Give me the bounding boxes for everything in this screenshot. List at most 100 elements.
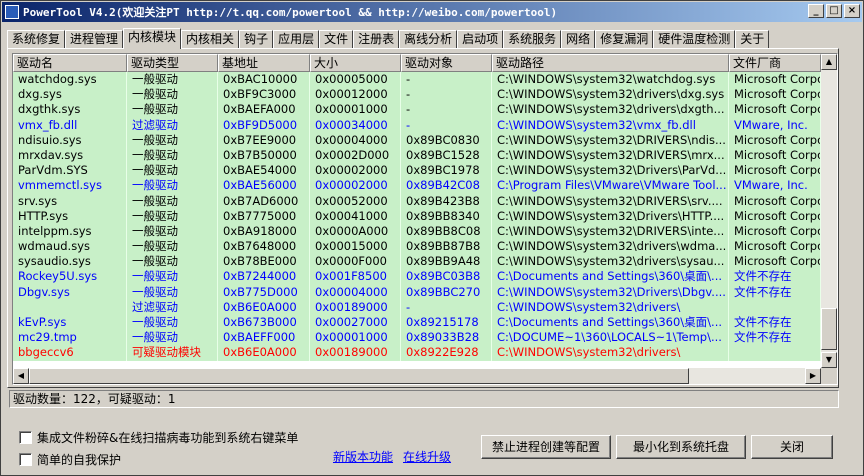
maximize-button[interactable]: □ <box>826 4 842 18</box>
table-row[interactable]: vmmemctl.sys 一般驱动 0xBAE56000 0x00002000 0x89… <box>13 178 821 194</box>
table-cell: 一般驱动 <box>127 132 218 148</box>
self-protect-label: 简单的自我保护 <box>37 453 122 467</box>
table-cell: 一般驱动 <box>127 223 218 240</box>
process-block-config-button[interactable]: 禁止进程创建等配置 <box>481 435 611 459</box>
table-row[interactable]: srv.sys 一般驱动 0xB7AD6000 0x00052000 0x89B423B… <box>13 193 821 209</box>
tab-4[interactable]: 钩子 <box>239 30 274 49</box>
shell-integration-checkbox[interactable] <box>19 431 32 444</box>
table-cell: 0x89033B28 <box>401 330 492 346</box>
table-cell <box>13 299 127 315</box>
table-cell: 0x00002000 <box>310 178 401 194</box>
table-cell: C:\WINDOWS\system32\Drivers\ParVd... <box>492 163 729 179</box>
table-row[interactable]: Dbgv.sys 一般驱动 0xB775D000 0x00004000 0x89BBC2… <box>13 284 821 300</box>
tab-13[interactable]: 硬件温度检测 <box>653 30 736 49</box>
column-header[interactable]: 驱动名 <box>13 54 127 72</box>
tab-14[interactable]: 关于 <box>735 30 770 49</box>
driver-list[interactable]: 驱动名 驱动类型 基地址 大小 驱动对象 驱动路径 文件厂商 watchdog.sys 一般驱… <box>12 53 838 385</box>
tab-9[interactable]: 启动项 <box>457 30 504 49</box>
column-header[interactable]: 驱动对象 <box>401 54 492 72</box>
table-cell: 一般驱动 <box>127 163 218 179</box>
table-cell: 0xBAC10000 <box>218 72 310 88</box>
table-row[interactable]: ndisuio.sys 一般驱动 0xB7EE9000 0x00004000 0x89B… <box>13 132 821 148</box>
table-cell: 一般驱动 <box>127 315 218 331</box>
table-row[interactable]: kEvP.sys 一般驱动 0xB673B000 0x00027000 0x892151… <box>13 315 821 331</box>
table-cell: 一般驱动 <box>127 147 218 164</box>
table-row[interactable]: mc29.tmp 一般驱动 0xBAEFF000 0x00001000 0x89033B… <box>13 330 821 346</box>
table-cell: 一般驱动 <box>127 102 218 118</box>
close-window-button[interactable]: × <box>844 4 860 18</box>
tab-0[interactable]: 系统修复 <box>7 30 66 49</box>
vertical-scroll-thumb[interactable] <box>821 308 837 350</box>
column-header[interactable]: 大小 <box>310 54 401 72</box>
table-row[interactable]: Rockey5U.sys 一般驱动 0xB7244000 0x001F8500 0x89… <box>13 269 821 285</box>
table-cell: mrxdav.sys <box>13 147 127 164</box>
table-row[interactable]: intelppm.sys 一般驱动 0xBA918000 0x0000A000 0x89… <box>13 223 821 240</box>
table-cell: dxg.sys <box>13 87 127 103</box>
horizontal-scroll-thumb[interactable] <box>29 368 689 384</box>
column-header[interactable]: 基地址 <box>218 54 310 72</box>
table-cell: 0x89BB8340 <box>401 208 492 224</box>
self-protect-checkbox[interactable] <box>19 453 32 466</box>
tab-12[interactable]: 修复漏洞 <box>595 30 654 49</box>
close-button[interactable]: 关闭 <box>751 435 833 459</box>
table-row[interactable]: mrxdav.sys 一般驱动 0xB7B50000 0x0002D000 0x89BC… <box>13 147 821 164</box>
tab-1[interactable]: 进程管理 <box>65 30 124 49</box>
tab-8[interactable]: 离线分析 <box>399 30 458 49</box>
online-upgrade-link[interactable]: 在线升级 <box>403 448 451 465</box>
tab-2[interactable]: 内核模块 <box>123 28 182 49</box>
table-cell: 0x8922E928 <box>401 345 492 361</box>
scroll-corner <box>821 368 837 384</box>
table-cell: 0xB7244000 <box>218 269 310 285</box>
table-cell: 0xBAEFA000 <box>218 102 310 118</box>
table-cell: 0xBAEFF000 <box>218 330 310 346</box>
title-bar[interactable]: PowerTool V4.2(欢迎关注PT http://t.qq.com/po… <box>2 2 862 22</box>
table-row[interactable]: 过滤驱动 0xB6E0A000 0x00189000- C:\WINDOWS\syst… <box>13 299 821 315</box>
table-row[interactable]: HTTP.sys 一般驱动 0xB7775000 0x00041000 0x89BB83… <box>13 208 821 224</box>
tab-3[interactable]: 内核相关 <box>181 30 240 49</box>
table-row[interactable]: wdmaud.sys 一般驱动 0xB7648000 0x00015000 0x89BB… <box>13 239 821 255</box>
table-cell: 0xB7EE9000 <box>218 132 310 148</box>
tab-11[interactable]: 网络 <box>561 30 596 49</box>
table-cell: watchdog.sys <box>13 72 127 88</box>
table-cell: 0xBF9D5000 <box>218 117 310 133</box>
table-row[interactable]: ParVdm.SYS 一般驱动 0xBAE54000 0x00002000 0x89BC… <box>13 163 821 179</box>
column-header[interactable]: 驱动类型 <box>127 54 218 72</box>
table-row[interactable]: vmx_fb.dll 过滤驱动 0xBF9D5000 0x00034000- C:\WI… <box>13 117 821 133</box>
scroll-up-arrow-icon[interactable]: ▲ <box>821 54 837 70</box>
shell-integration-option[interactable]: 集成文件粉碎&在线扫描病毒功能到系统右键菜单 <box>19 429 298 446</box>
minimize-to-tray-button[interactable]: 最小化到系统托盘 <box>616 435 746 459</box>
minimize-button[interactable]: _ <box>808 4 824 18</box>
table-cell: intelppm.sys <box>13 223 127 240</box>
table-cell: 0x00189000 <box>310 299 401 315</box>
scroll-down-arrow-icon[interactable]: ▼ <box>821 352 837 368</box>
status-bar: 驱动数量：122，可疑驱动：1 <box>9 390 839 408</box>
tab-6[interactable]: 文件 <box>319 30 354 49</box>
tab-7[interactable]: 注册表 <box>353 30 400 49</box>
scroll-left-arrow-icon[interactable]: ◀ <box>13 368 29 384</box>
table-cell: ndisuio.sys <box>13 132 127 148</box>
column-header[interactable]: 文件厂商 <box>729 54 821 72</box>
self-protect-option[interactable]: 简单的自我保护 <box>19 451 121 468</box>
main-window: PowerTool V4.2(欢迎关注PT http://t.qq.com/po… <box>0 0 864 476</box>
table-cell: 0x0002D000 <box>310 147 401 164</box>
table-row[interactable]: dxgthk.sys 一般驱动 0xBAEFA000 0x00001000- C:\WI… <box>13 102 821 118</box>
table-cell: 一般驱动 <box>127 193 218 209</box>
table-cell: - <box>401 117 492 133</box>
table-cell: - <box>401 102 492 118</box>
vertical-scrollbar[interactable]: ▲ ▼ <box>821 54 837 368</box>
column-header[interactable]: 驱动路径 <box>492 54 729 72</box>
table-cell: Microsoft Corpo <box>729 193 821 209</box>
table-row[interactable]: dxg.sys 一般驱动 0xBF9C3000 0x00012000- C:\WINDO… <box>13 87 821 103</box>
tab-10[interactable]: 系统服务 <box>503 30 562 49</box>
new-features-link[interactable]: 新版本功能 <box>333 448 393 465</box>
table-cell: C:\WINDOWS\system32\DRIVERS\mrx... <box>492 147 729 164</box>
table-row[interactable]: sysaudio.sys 一般驱动 0xB78BE000 0x0000F000 0x89… <box>13 254 821 270</box>
table-row[interactable]: watchdog.sys 一般驱动 0xBAC10000 0x00005000- C:\… <box>13 72 821 88</box>
table-row[interactable]: bbgeccv6 可疑驱动模块 0xB6E0A000 0x00189000 0x8922… <box>13 345 821 361</box>
table-cell: 0x00027000 <box>310 315 401 331</box>
shell-integration-label: 集成文件粉碎&在线扫描病毒功能到系统右键菜单 <box>37 431 299 445</box>
table-cell: 0x89BB9A48 <box>401 254 492 270</box>
horizontal-scrollbar[interactable]: ◀ ▶ <box>13 368 821 384</box>
scroll-right-arrow-icon[interactable]: ▶ <box>805 368 821 384</box>
tab-5[interactable]: 应用层 <box>273 30 320 49</box>
